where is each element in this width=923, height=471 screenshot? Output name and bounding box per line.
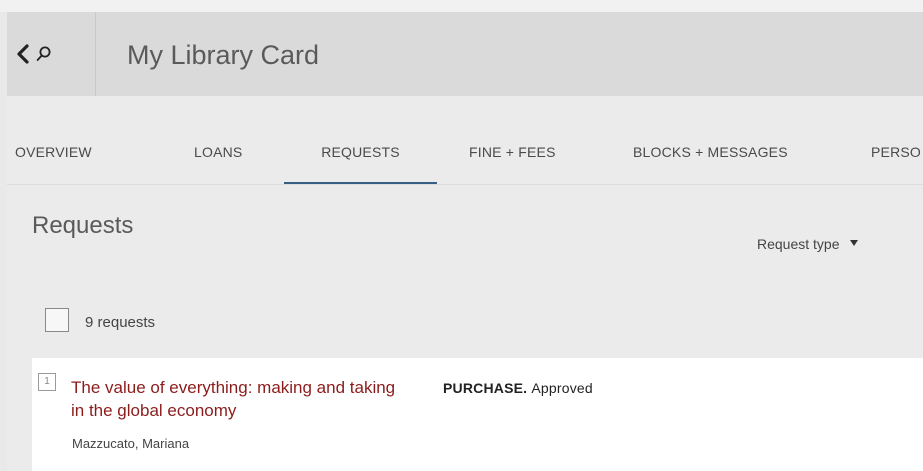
item-author: Mazzucato, Mariana — [72, 436, 190, 451]
back-search-icon — [17, 44, 51, 64]
tab-fine-fees[interactable]: FINE + FEES — [469, 132, 556, 184]
request-item: 1 The value of everything: making and ta… — [32, 358, 923, 471]
library-card-panel: My Library Card OVERVIEW LOANS REQUESTS … — [7, 12, 923, 471]
tab-requests[interactable]: REQUESTS — [284, 132, 437, 184]
tab-label: PERSO — [871, 144, 922, 160]
request-count: 9 requests — [85, 314, 156, 331]
tab-label: REQUESTS — [321, 144, 400, 160]
section-title: Requests — [32, 212, 134, 239]
request-status-type: PURCHASE. — [443, 380, 528, 396]
tab-loans[interactable]: LOANS — [194, 132, 242, 184]
tab-label: OVERVIEW — [15, 144, 92, 160]
request-type-label: Request type — [757, 236, 840, 252]
tabs-divider — [7, 184, 923, 185]
tab-blocks-messages[interactable]: BLOCKS + MESSAGES — [633, 132, 788, 184]
back-to-search-button[interactable] — [7, 12, 96, 96]
tab-overview[interactable]: OVERVIEW — [15, 132, 92, 184]
tab-personal[interactable]: PERSO — [871, 132, 921, 184]
item-title-link[interactable]: The value of everything: making and taki… — [71, 376, 401, 422]
title-bar: My Library Card — [7, 12, 923, 96]
select-all-checkbox[interactable] — [45, 308, 69, 332]
request-status: PURCHASE. Approved — [443, 380, 593, 396]
caret-down-icon — [849, 240, 858, 247]
account-tabs: OVERVIEW LOANS REQUESTS FINE + FEES BLOC… — [7, 132, 923, 184]
request-status-value: Approved — [531, 380, 593, 396]
page-title: My Library Card — [127, 40, 320, 70]
tab-label: FINE + FEES — [469, 144, 556, 160]
chevron-left-icon — [17, 44, 29, 64]
tab-label: BLOCKS + MESSAGES — [633, 144, 788, 160]
item-index-badge: 1 — [38, 373, 56, 391]
request-type-filter[interactable]: Request type — [757, 236, 858, 252]
tab-label: LOANS — [194, 144, 243, 160]
page-backdrop — [0, 0, 923, 12]
